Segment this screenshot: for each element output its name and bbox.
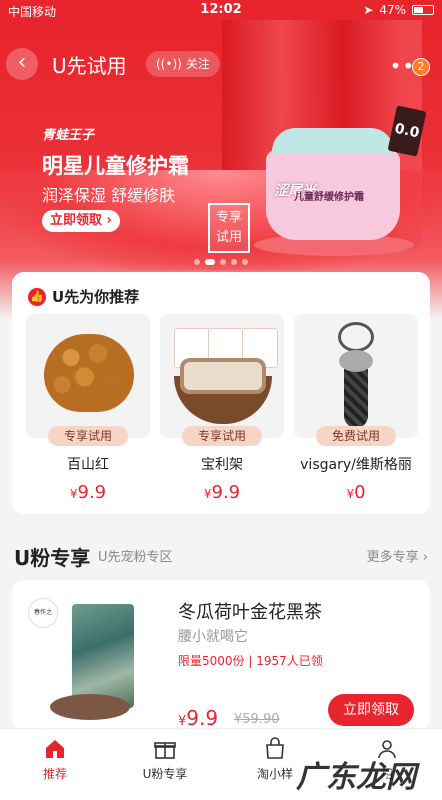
carousel-dot[interactable]: [194, 259, 200, 265]
item-price: ¥9.9: [160, 482, 284, 503]
nuts-image: [26, 314, 150, 438]
price-value: 9.9: [77, 482, 107, 503]
currency-symbol: ¥: [203, 487, 212, 501]
item-price: ¥9.9: [26, 482, 150, 503]
more-exclusive-link[interactable]: 更多专享 ›: [367, 546, 428, 565]
bag-icon: [266, 737, 284, 759]
banner-claim-label: 立即领取: [50, 213, 103, 228]
price-value: 9.9: [186, 706, 219, 730]
recommend-title: U先为你推荐: [52, 288, 140, 306]
trial-tag: 专享试用: [48, 426, 128, 446]
carousel-dot[interactable]: [205, 259, 215, 265]
section-subtitle: U先宠粉专区: [98, 550, 173, 565]
back-button[interactable]: ‹: [6, 48, 38, 80]
original-price: ¥59.90: [234, 712, 280, 727]
key-ring: [338, 322, 374, 352]
site-watermark: 广东龙网: [296, 760, 416, 795]
nuts-pile: [44, 334, 134, 412]
page-title: U先试用: [52, 54, 127, 78]
trial-sign-line1: 专享: [215, 210, 242, 225]
carousel-dot[interactable]: [231, 259, 237, 265]
product-name: 冬瓜荷叶金花黑茶: [178, 602, 322, 623]
tab-label: 推荐: [42, 767, 67, 781]
brand-logo: 青蛙王子: [42, 128, 95, 143]
gift-icon: [154, 742, 176, 759]
cream-jar-image: 涩尾米 儿童舒缓修护霜: [264, 128, 402, 240]
price-value: 0: [354, 482, 366, 503]
broadcast-icon: ((•)): [156, 57, 182, 71]
recommend-list: 专享试用 百山红 ¥9.9 专享试用 宝利架 ¥9.9 免费试用 visgary…: [26, 314, 418, 503]
metal-disc: [339, 350, 373, 372]
chevron-left-icon: ‹: [17, 50, 27, 75]
tab-recommend[interactable]: 推荐: [10, 737, 100, 782]
recommend-item-nougat[interactable]: 专享试用 宝利架 ¥9.9: [160, 314, 284, 503]
carousel-dot[interactable]: [220, 259, 226, 265]
thumbs-up-icon: 👍: [28, 287, 46, 306]
banner-claim-button[interactable]: 立即领取 ›: [42, 210, 120, 232]
nougat-pieces: [180, 358, 266, 394]
product-card[interactable]: 春作之 冬瓜荷叶金花黑茶 腰小就喝它 限量5000份 | 1957人已领 ¥9.…: [12, 580, 430, 730]
item-name: 宝利架: [201, 457, 243, 473]
nougat-image: [160, 314, 284, 438]
carousel-dot[interactable]: [242, 259, 248, 265]
tea-product-image: 春作之: [26, 596, 154, 724]
free-trial-tag: 免费试用: [316, 426, 396, 446]
location-icon: ➤: [363, 3, 374, 17]
battery-percent: 47%: [379, 3, 406, 17]
recommend-header: 👍 U先为你推荐: [28, 286, 139, 307]
jar-label: 儿童舒缓修护霜: [294, 192, 364, 203]
status-bar: 中国移动 12:02 ➤ 47%: [0, 0, 442, 20]
home-icon: [46, 740, 64, 758]
carousel-dots: [0, 259, 442, 265]
recommend-card: 👍 U先为你推荐 专享试用 百山红 ¥9.9 专享试用 宝利架 ¥9.9 免费试…: [12, 272, 430, 514]
keychain-image: [294, 314, 418, 438]
claim-button[interactable]: 立即领取: [328, 694, 414, 726]
product-desc: 腰小就喝它: [178, 629, 248, 645]
item-name: visgary/维斯格丽: [300, 457, 412, 473]
product-stock: 限量5000份 | 1957人已领: [178, 654, 323, 668]
notification-badge: 2: [412, 58, 430, 76]
tea-package: [72, 604, 134, 708]
follow-button[interactable]: ((•)) 关注: [146, 51, 220, 77]
tea-plate: [50, 694, 130, 720]
status-right: ➤ 47%: [363, 3, 434, 17]
top-nav: ‹ U先试用 ((•)) 关注 ••• 2: [0, 42, 442, 86]
currency-symbol: ¥: [346, 487, 355, 501]
item-name: 百山红: [67, 457, 109, 473]
section-title: U粉专享: [14, 546, 91, 570]
currency-symbol: ¥: [69, 487, 78, 501]
trial-sign-line2: 试用: [215, 230, 242, 245]
brand-logo-badge: 春作之: [28, 598, 58, 628]
jar-lid: [272, 128, 394, 154]
tab-label: U粉专享: [142, 767, 188, 781]
recommend-item-keychain[interactable]: 免费试用 visgary/维斯格丽 ¥0: [294, 314, 418, 503]
banner-subline: 润泽保湿 舒缓修肤: [42, 186, 176, 205]
recommend-item-nuts[interactable]: 专享试用 百山红 ¥9.9: [26, 314, 150, 503]
tab-label: 淘小样: [256, 767, 293, 781]
item-price: ¥0: [294, 482, 418, 503]
exclusive-trial-sign: 专享 试用: [208, 203, 250, 253]
battery-icon: [412, 5, 434, 15]
banner-headline: 明星儿童修护霜: [42, 154, 189, 178]
product-price: ¥9.9: [178, 706, 218, 730]
price-value: 9.9: [211, 482, 241, 503]
trial-tag: 专享试用: [182, 426, 262, 446]
tab-u-fan[interactable]: U粉专享: [120, 737, 210, 782]
follow-label: 关注: [185, 57, 210, 71]
